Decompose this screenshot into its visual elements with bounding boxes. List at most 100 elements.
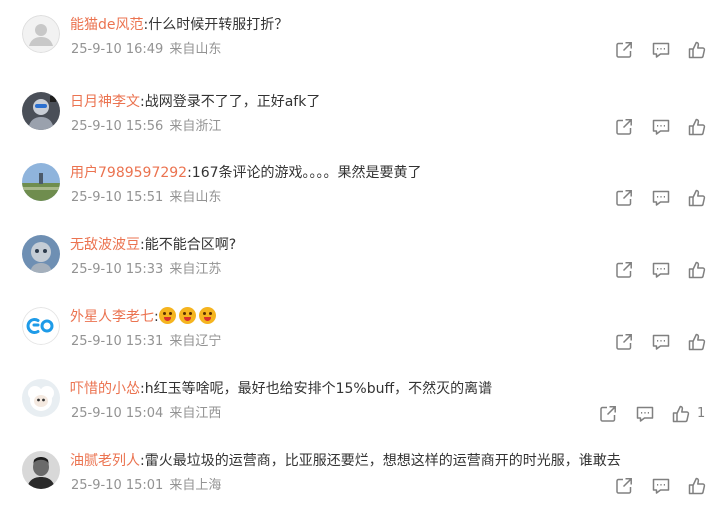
comment-location: 来自浙江 — [169, 119, 222, 134]
reply-button[interactable] — [651, 260, 671, 280]
comment-meta: 25-9-10 15:56 来自浙江 — [71, 118, 221, 136]
comment-text: :雷火最垃圾的运营商，比亚服还要烂，想想这样的运营商开的时光服，谁敢去 — [140, 453, 621, 469]
comment-line: 油腻老列人:雷火最垃圾的运营商，比亚服还要烂，想想这样的运营商开的时光服，谁敢去 — [70, 451, 621, 471]
share-button[interactable] — [614, 332, 634, 352]
like-button[interactable] — [671, 404, 691, 424]
comment-location: 来自江西 — [169, 406, 222, 421]
like-button[interactable] — [687, 332, 707, 352]
share-button[interactable] — [614, 260, 634, 280]
comment-line: 用户7989597292:167条评论的游戏。。。。果然是要黄了 — [70, 163, 422, 183]
user-avatar[interactable] — [22, 92, 60, 130]
thumbs-up-icon — [671, 404, 691, 424]
comment-item: 能猫de风范:什么时候开转服打折？ 25-9-10 16:49 来自山东 — [0, 15, 719, 87]
smile-emoji — [158, 307, 176, 324]
share-icon — [614, 332, 634, 352]
comment-item: 无敌波波豆:能不能合区啊? 25-9-10 15:33 来自江苏 — [0, 235, 719, 307]
comment-timestamp: 25-9-10 15:33 — [71, 262, 164, 277]
like-button[interactable] — [687, 476, 707, 496]
share-button[interactable] — [598, 404, 618, 424]
comment-item: 外星人李老七: 25-9-10 15:31 来自辽宁 — [0, 307, 719, 379]
like-button[interactable] — [687, 117, 707, 137]
user-avatar[interactable] — [22, 235, 60, 273]
comment-line: 外星人李老七: — [70, 307, 219, 327]
share-icon — [614, 117, 634, 137]
comment-line: 日月神李文:战网登录不了了，正好afk了 — [70, 92, 320, 112]
user-avatar[interactable] — [22, 451, 60, 489]
share-button[interactable] — [614, 188, 634, 208]
comment-line: 无敌波波豆:能不能合区啊? — [70, 235, 236, 255]
share-icon — [614, 260, 634, 280]
reply-button[interactable] — [651, 188, 671, 208]
comment-icon — [651, 332, 671, 352]
smile-emoji — [198, 307, 216, 324]
reply-button[interactable] — [651, 332, 671, 352]
comment-timestamp: 25-9-10 15:04 — [71, 406, 164, 421]
comment-actions — [419, 332, 719, 354]
thumbs-up-icon — [687, 332, 707, 352]
comment-text: :h红玉等啥呢，最好也给安排个15%buff，不然灭的离谱 — [140, 381, 493, 397]
comment-actions — [419, 476, 719, 498]
comment-item: 吓惜的小怂:h红玉等啥呢，最好也给安排个15%buff，不然灭的离谱 25-9-1… — [0, 379, 719, 451]
comment-icon — [635, 404, 655, 424]
comment-text: :什么时候开转服打折？ — [143, 17, 289, 33]
thumbs-up-icon — [687, 260, 707, 280]
like-button[interactable] — [687, 40, 707, 60]
smile-emoji — [178, 307, 196, 324]
user-avatar[interactable] — [22, 15, 60, 53]
username-link[interactable]: 用户7989597292 — [70, 165, 187, 181]
comment-text: :167条评论的游戏。。。。果然是要黄了 — [187, 165, 422, 181]
comment-location: 来自上海 — [169, 478, 222, 493]
username-link[interactable]: 吓惜的小怂 — [70, 381, 140, 397]
like-button[interactable] — [687, 188, 707, 208]
share-button[interactable] — [614, 117, 634, 137]
user-avatar[interactable] — [22, 163, 60, 201]
reply-button[interactable] — [635, 404, 655, 424]
comment-item: 油腻老列人:雷火最垃圾的运营商，比亚服还要烂，想想这样的运营商开的时光服，谁敢去… — [0, 451, 719, 523]
comment-actions — [419, 117, 719, 139]
share-icon — [614, 476, 634, 496]
reply-button[interactable] — [651, 117, 671, 137]
comment-location: 来自辽宁 — [169, 334, 222, 349]
comment-icon — [651, 117, 671, 137]
comment-item: 用户7989597292:167条评论的游戏。。。。果然是要黄了 25-9-10 … — [0, 163, 719, 235]
comment-icon — [651, 188, 671, 208]
comment-item: 日月神李文:战网登录不了了，正好afk了 25-9-10 15:56 来自浙江 — [0, 92, 719, 164]
comment-meta: 25-9-10 15:01 来自上海 — [71, 477, 221, 495]
thumbs-up-icon — [687, 40, 707, 60]
username-link[interactable]: 外星人李老七 — [70, 309, 154, 325]
comment-timestamp: 25-9-10 15:51 — [71, 190, 164, 205]
comment-timestamp: 25-9-10 15:56 — [71, 119, 164, 134]
comment-location: 来自山东 — [169, 190, 222, 205]
reply-button[interactable] — [651, 40, 671, 60]
comment-icon — [651, 40, 671, 60]
username-link[interactable]: 日月神李文 — [70, 94, 140, 110]
comment-location: 来自江苏 — [169, 262, 222, 277]
share-icon — [598, 404, 618, 424]
share-button[interactable] — [614, 40, 634, 60]
user-avatar[interactable] — [22, 379, 60, 417]
comment-meta: 25-9-10 15:31 来自辽宁 — [71, 333, 221, 351]
comment-actions: 1 — [419, 404, 719, 426]
comment-line: 吓惜的小怂:h红玉等啥呢，最好也给安排个15%buff，不然灭的离谱 — [70, 379, 492, 399]
comment-actions — [419, 260, 719, 282]
thumbs-up-icon — [687, 476, 707, 496]
comment-list: 能猫de风范:什么时候开转服打折？ 25-9-10 16:49 来自山东 日月神李文:… — [0, 0, 719, 506]
like-count: 1 — [697, 406, 706, 421]
comment-meta: 25-9-10 16:49 来自山东 — [71, 41, 221, 59]
comment-text: :战网登录不了了，正好afk了 — [140, 94, 321, 110]
user-avatar[interactable] — [22, 307, 60, 345]
like-button[interactable] — [687, 260, 707, 280]
username-link[interactable]: 无敌波波豆 — [70, 237, 140, 253]
username-link[interactable]: 能猫de风范 — [70, 17, 144, 33]
username-link[interactable]: 油腻老列人 — [70, 453, 140, 469]
comment-meta: 25-9-10 15:04 来自江西 — [71, 405, 221, 423]
reply-button[interactable] — [651, 476, 671, 496]
share-button[interactable] — [614, 476, 634, 496]
comment-location: 来自山东 — [169, 42, 222, 57]
comment-meta: 25-9-10 15:51 来自山东 — [71, 189, 221, 207]
comment-text: :能不能合区啊? — [140, 237, 237, 253]
share-icon — [614, 40, 634, 60]
comment-actions — [419, 188, 719, 210]
thumbs-up-icon — [687, 117, 707, 137]
comment-timestamp: 25-9-10 15:01 — [71, 478, 164, 493]
